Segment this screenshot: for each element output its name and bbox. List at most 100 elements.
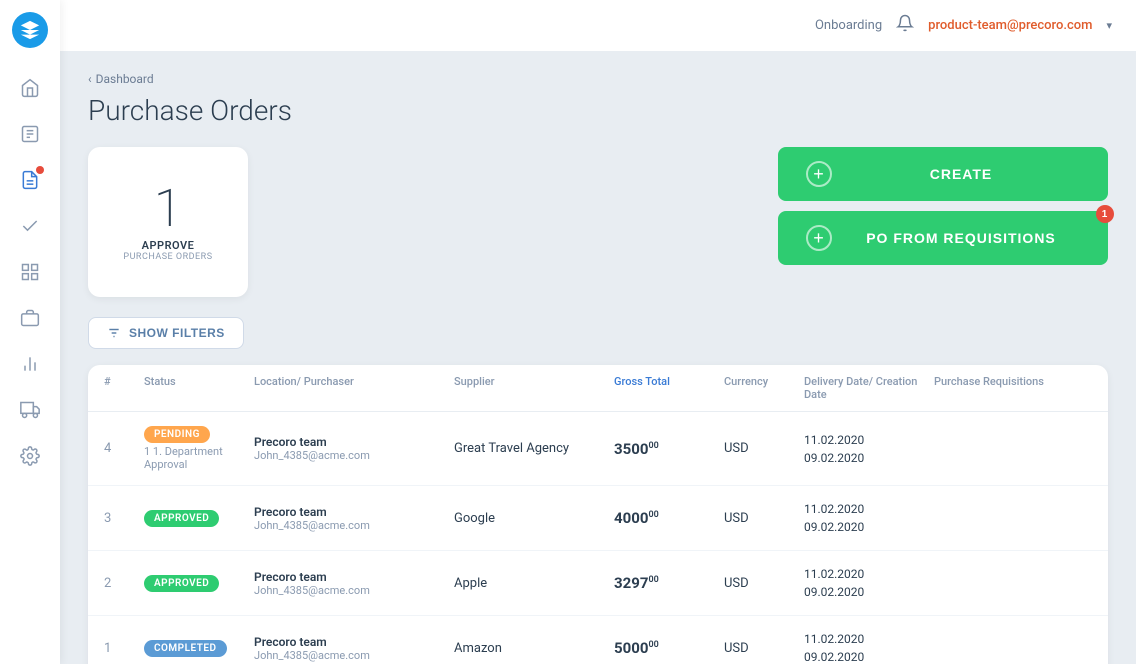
col-gross-total: Gross Total xyxy=(614,375,724,401)
row-id: 3 xyxy=(104,511,144,526)
table-row[interactable]: 4 PENDING 1 1. Department Approval Preco… xyxy=(88,412,1108,486)
status-badge: PENDING xyxy=(144,426,210,443)
row-currency: USD xyxy=(724,441,804,456)
approve-label: APPROVE xyxy=(142,239,195,252)
row-location: Precoro team John_4385@acme.com xyxy=(254,635,454,662)
row-supplier: Google xyxy=(454,511,614,526)
row-id: 1 xyxy=(104,641,144,656)
row-location: Precoro team John_4385@acme.com xyxy=(254,505,454,532)
show-filters-button[interactable]: SHOW FILTERS xyxy=(88,317,244,349)
gross-total-value: 500000 xyxy=(614,639,659,657)
row-currency: USD xyxy=(724,576,804,591)
col-location: Location/ Purchaser xyxy=(254,375,454,401)
row-location: Precoro team John_4385@acme.com xyxy=(254,435,454,462)
row-status: APPROVED xyxy=(144,510,254,527)
location-email: John_4385@acme.com xyxy=(254,449,454,462)
row-gross-total: 329700 xyxy=(614,574,724,592)
row-supplier: Apple xyxy=(454,576,614,591)
sidebar-item-approvals[interactable] xyxy=(10,206,50,246)
row-dates: 11.02.2020 09.02.2020 xyxy=(804,431,934,467)
approval-note: 1 1. Department Approval xyxy=(144,445,254,471)
creation-date: 09.02.2020 xyxy=(804,518,934,536)
col-hash: # xyxy=(104,375,144,401)
po-req-badge: 1 xyxy=(1096,205,1114,223)
show-filters-label: SHOW FILTERS xyxy=(129,326,225,340)
row-gross-total: 500000 xyxy=(614,639,724,657)
top-row: 1 APPROVE PURCHASE ORDERS + CREATE + PO … xyxy=(88,147,1108,297)
table-row[interactable]: 2 APPROVED Precoro team John_4385@acme.c… xyxy=(88,551,1108,616)
status-badge: APPROVED xyxy=(144,575,219,592)
breadcrumb: ‹ Dashboard xyxy=(88,72,1108,86)
row-supplier: Great Travel Agency xyxy=(454,441,614,456)
action-buttons: + CREATE + PO FROM REQUISITIONS 1 xyxy=(778,147,1108,265)
sidebar-badge xyxy=(36,166,44,174)
create-button[interactable]: + CREATE xyxy=(778,147,1108,201)
delivery-date: 11.02.2020 xyxy=(804,431,934,449)
table-header: # Status Location/ Purchaser Supplier Gr… xyxy=(88,365,1108,412)
row-location: Precoro team John_4385@acme.com xyxy=(254,570,454,597)
location-email: John_4385@acme.com xyxy=(254,649,454,662)
table-container: # Status Location/ Purchaser Supplier Gr… xyxy=(88,365,1108,664)
row-status: PENDING 1 1. Department Approval xyxy=(144,426,254,471)
col-supplier: Supplier xyxy=(454,375,614,401)
gross-total-value: 329700 xyxy=(614,574,659,592)
approve-count: 1 xyxy=(154,183,183,235)
page-content: ‹ Dashboard Purchase Orders 1 APPROVE PU… xyxy=(60,52,1136,664)
location-name: Precoro team xyxy=(254,505,454,519)
creation-date: 09.02.2020 xyxy=(804,449,934,467)
location-name: Precoro team xyxy=(254,435,454,449)
sidebar-item-inventory[interactable] xyxy=(10,298,50,338)
breadcrumb-dashboard[interactable]: Dashboard xyxy=(96,72,154,86)
sidebar-item-settings[interactable] xyxy=(10,436,50,476)
location-name: Precoro team xyxy=(254,570,454,584)
row-gross-total: 400000 xyxy=(614,509,724,527)
user-menu-chevron[interactable]: ▾ xyxy=(1106,19,1112,32)
onboarding-label: Onboarding xyxy=(815,18,882,33)
main-wrapper: Onboarding product-team@precoro.com ▾ ‹ … xyxy=(60,0,1136,664)
po-requisitions-button[interactable]: + PO FROM REQUISITIONS 1 xyxy=(778,211,1108,265)
table-row[interactable]: 3 APPROVED Precoro team John_4385@acme.c… xyxy=(88,486,1108,551)
row-currency: USD xyxy=(724,641,804,656)
status-badge: COMPLETED xyxy=(144,640,227,657)
col-purchase-req: Purchase Requisitions xyxy=(934,375,1092,401)
sidebar-item-catalog[interactable] xyxy=(10,252,50,292)
table-row[interactable]: 1 COMPLETED Precoro team John_4385@acme.… xyxy=(88,616,1108,664)
app-logo[interactable] xyxy=(12,12,48,48)
row-dates: 11.02.2020 09.02.2020 xyxy=(804,565,934,601)
sidebar-item-home[interactable] xyxy=(10,68,50,108)
col-delivery-date: Delivery Date/ Creation Date xyxy=(804,375,934,401)
sidebar xyxy=(0,0,60,664)
sidebar-item-reports[interactable] xyxy=(10,344,50,384)
row-id: 4 xyxy=(104,441,144,456)
row-supplier: Amazon xyxy=(454,641,614,656)
create-label: CREATE xyxy=(842,166,1080,182)
gross-total-value: 400000 xyxy=(614,509,659,527)
row-status: COMPLETED xyxy=(144,640,254,657)
table-body: 4 PENDING 1 1. Department Approval Preco… xyxy=(88,412,1108,664)
sidebar-item-delivery[interactable] xyxy=(10,390,50,430)
delivery-date: 11.02.2020 xyxy=(804,565,934,583)
delivery-date: 11.02.2020 xyxy=(804,500,934,518)
location-email: John_4385@acme.com xyxy=(254,519,454,532)
approve-card[interactable]: 1 APPROVE PURCHASE ORDERS xyxy=(88,147,248,297)
filters-row: SHOW FILTERS xyxy=(88,317,1108,349)
approve-sublabel: PURCHASE ORDERS xyxy=(123,252,212,262)
sidebar-item-purchase-orders[interactable] xyxy=(10,160,50,200)
row-currency: USD xyxy=(724,511,804,526)
row-dates: 11.02.2020 09.02.2020 xyxy=(804,630,934,664)
notification-icon[interactable] xyxy=(896,14,914,37)
location-email: John_4385@acme.com xyxy=(254,584,454,597)
page-title: Purchase Orders xyxy=(88,94,1108,127)
po-req-label: PO FROM REQUISITIONS xyxy=(842,230,1080,246)
row-gross-total: 350000 xyxy=(614,440,724,458)
creation-date: 09.02.2020 xyxy=(804,648,934,664)
creation-date: 09.02.2020 xyxy=(804,583,934,601)
col-status: Status xyxy=(144,375,254,401)
user-email[interactable]: product-team@precoro.com xyxy=(928,18,1092,33)
row-id: 2 xyxy=(104,576,144,591)
sidebar-item-orders[interactable] xyxy=(10,114,50,154)
row-dates: 11.02.2020 09.02.2020 xyxy=(804,500,934,536)
po-req-icon: + xyxy=(806,225,832,251)
create-icon: + xyxy=(806,161,832,187)
breadcrumb-chevron-icon: ‹ xyxy=(88,72,92,86)
